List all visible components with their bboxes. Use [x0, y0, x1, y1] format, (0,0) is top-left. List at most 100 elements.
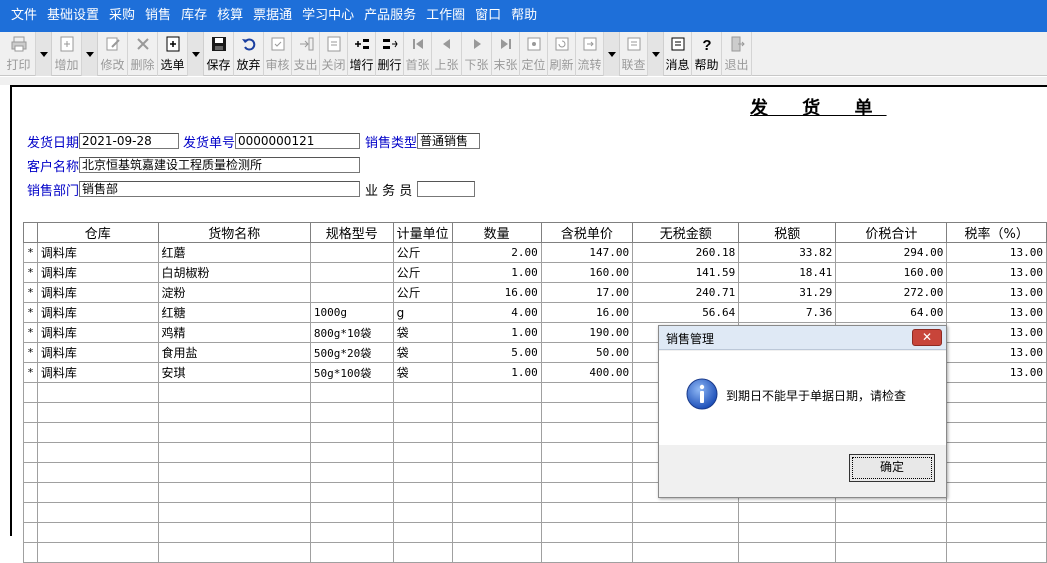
- header-unit[interactable]: 计量单位: [392, 222, 453, 243]
- prev-button[interactable]: 上张: [432, 32, 462, 76]
- empty-cell[interactable]: [309, 442, 394, 463]
- cell-unit[interactable]: 袋: [392, 342, 453, 363]
- empty-cell[interactable]: [738, 502, 837, 523]
- cell-price[interactable]: 50.00: [540, 342, 634, 363]
- cell-rate[interactable]: 13.00: [946, 302, 1047, 323]
- header-warehouse[interactable]: 仓库: [36, 222, 159, 243]
- cell-spec[interactable]: [309, 242, 394, 263]
- cell-name[interactable]: 鸡精: [157, 322, 311, 343]
- cell-price[interactable]: 190.00: [540, 322, 634, 343]
- empty-cell[interactable]: [946, 402, 1047, 423]
- link-query-dropdown[interactable]: [648, 32, 664, 76]
- table-row[interactable]: * 调料库 白胡椒粉 公斤 1.00 160.00 141.59 18.41 160.00 13.…: [23, 262, 1047, 283]
- cell-qty[interactable]: 4.00: [451, 302, 542, 323]
- empty-cell[interactable]: [451, 422, 542, 443]
- cell-rate[interactable]: 13.00: [946, 282, 1047, 303]
- empty-cell[interactable]: [540, 382, 634, 403]
- cell-total[interactable]: 160.00: [835, 262, 948, 283]
- cell-qty[interactable]: 1.00: [451, 322, 542, 343]
- empty-cell[interactable]: [540, 402, 634, 423]
- cell-tax[interactable]: 31.29: [738, 282, 837, 303]
- cell-amount[interactable]: 56.64: [632, 302, 740, 323]
- empty-cell[interactable]: [157, 502, 311, 523]
- empty-cell[interactable]: [157, 402, 311, 423]
- empty-cell[interactable]: [309, 402, 394, 423]
- cell-warehouse[interactable]: 调料库: [36, 342, 159, 363]
- cell-spec[interactable]: [309, 262, 394, 283]
- menu-item-3[interactable]: 销售: [140, 0, 176, 32]
- help-button[interactable]: ? 帮助: [692, 32, 722, 76]
- empty-cell[interactable]: [392, 522, 453, 543]
- review-button[interactable]: 审核: [264, 32, 292, 76]
- flow-button[interactable]: 流转: [576, 32, 604, 76]
- edit-button[interactable]: 修改: [98, 32, 128, 76]
- empty-cell[interactable]: [946, 502, 1047, 523]
- cell-qty[interactable]: 1.00: [451, 362, 542, 383]
- abandon-button[interactable]: 放弃: [234, 32, 264, 76]
- cell-total[interactable]: 294.00: [835, 242, 948, 263]
- dept-field[interactable]: 销售部: [79, 181, 360, 197]
- delete-row-button[interactable]: 删行: [376, 32, 404, 76]
- empty-cell[interactable]: [157, 382, 311, 403]
- cell-warehouse[interactable]: 调料库: [36, 262, 159, 283]
- empty-cell[interactable]: [540, 422, 634, 443]
- empty-cell[interactable]: [309, 542, 394, 563]
- menu-item-5[interactable]: 核算: [212, 0, 248, 32]
- cell-qty[interactable]: 5.00: [451, 342, 542, 363]
- cell-warehouse[interactable]: 调料库: [36, 362, 159, 383]
- menu-item-6[interactable]: 票据通: [248, 0, 297, 32]
- cell-rate[interactable]: 13.00: [946, 262, 1047, 283]
- menu-item-10[interactable]: 窗口: [470, 0, 506, 32]
- empty-cell[interactable]: [451, 522, 542, 543]
- empty-cell[interactable]: [309, 422, 394, 443]
- empty-cell[interactable]: [738, 542, 837, 563]
- header-tax[interactable]: 税额: [738, 222, 837, 243]
- flow-dropdown[interactable]: [604, 32, 620, 76]
- header-quantity[interactable]: 数量: [451, 222, 542, 243]
- cell-name[interactable]: 红蘑: [157, 242, 311, 263]
- empty-cell[interactable]: [540, 442, 634, 463]
- empty-cell[interactable]: [451, 382, 542, 403]
- cell-rate[interactable]: 13.00: [946, 322, 1047, 343]
- empty-cell[interactable]: [946, 462, 1047, 483]
- link-query-button[interactable]: 联查: [620, 32, 648, 76]
- cell-name[interactable]: 食用盐: [157, 342, 311, 363]
- cell-amount[interactable]: 141.59: [632, 262, 740, 283]
- select-dropdown[interactable]: [188, 32, 204, 76]
- empty-cell[interactable]: [540, 522, 634, 543]
- cell-total[interactable]: 272.00: [835, 282, 948, 303]
- cell-tax[interactable]: 18.41: [738, 262, 837, 283]
- table-row[interactable]: * 调料库 红蘑 公斤 2.00 147.00 260.18 33.82 294.00 13.00: [23, 242, 1047, 263]
- next-button[interactable]: 下张: [462, 32, 492, 76]
- empty-cell[interactable]: [738, 522, 837, 543]
- empty-cell[interactable]: [540, 502, 634, 523]
- select-button[interactable]: 选单: [158, 32, 188, 76]
- cell-name[interactable]: 安琪: [157, 362, 311, 383]
- cell-price[interactable]: 16.00: [540, 302, 634, 323]
- empty-cell[interactable]: [309, 482, 394, 503]
- menu-item-9[interactable]: 工作圈: [421, 0, 470, 32]
- empty-cell[interactable]: [392, 502, 453, 523]
- cell-spec[interactable]: 800g*10袋: [309, 322, 394, 343]
- empty-cell[interactable]: [451, 502, 542, 523]
- cell-name[interactable]: 红糖: [157, 302, 311, 323]
- empty-cell[interactable]: [392, 442, 453, 463]
- menu-item-1[interactable]: 基础设置: [42, 0, 104, 32]
- empty-cell[interactable]: [540, 482, 634, 503]
- cell-unit[interactable]: g: [392, 302, 453, 323]
- add-row-button[interactable]: 增行: [348, 32, 376, 76]
- cell-warehouse[interactable]: 调料库: [36, 302, 159, 323]
- menu-item-4[interactable]: 库存: [176, 0, 212, 32]
- last-button[interactable]: 末张: [492, 32, 520, 76]
- menu-item-8[interactable]: 产品服务: [359, 0, 421, 32]
- header-tax-price[interactable]: 含税单价: [540, 222, 634, 243]
- save-button[interactable]: 保存: [204, 32, 234, 76]
- empty-cell[interactable]: [392, 382, 453, 403]
- empty-cell[interactable]: [309, 522, 394, 543]
- empty-cell[interactable]: [451, 442, 542, 463]
- cell-warehouse[interactable]: 调料库: [36, 282, 159, 303]
- header-goods-name[interactable]: 货物名称: [157, 222, 311, 243]
- cell-spec[interactable]: 500g*20袋: [309, 342, 394, 363]
- empty-cell[interactable]: [540, 462, 634, 483]
- empty-cell[interactable]: [392, 482, 453, 503]
